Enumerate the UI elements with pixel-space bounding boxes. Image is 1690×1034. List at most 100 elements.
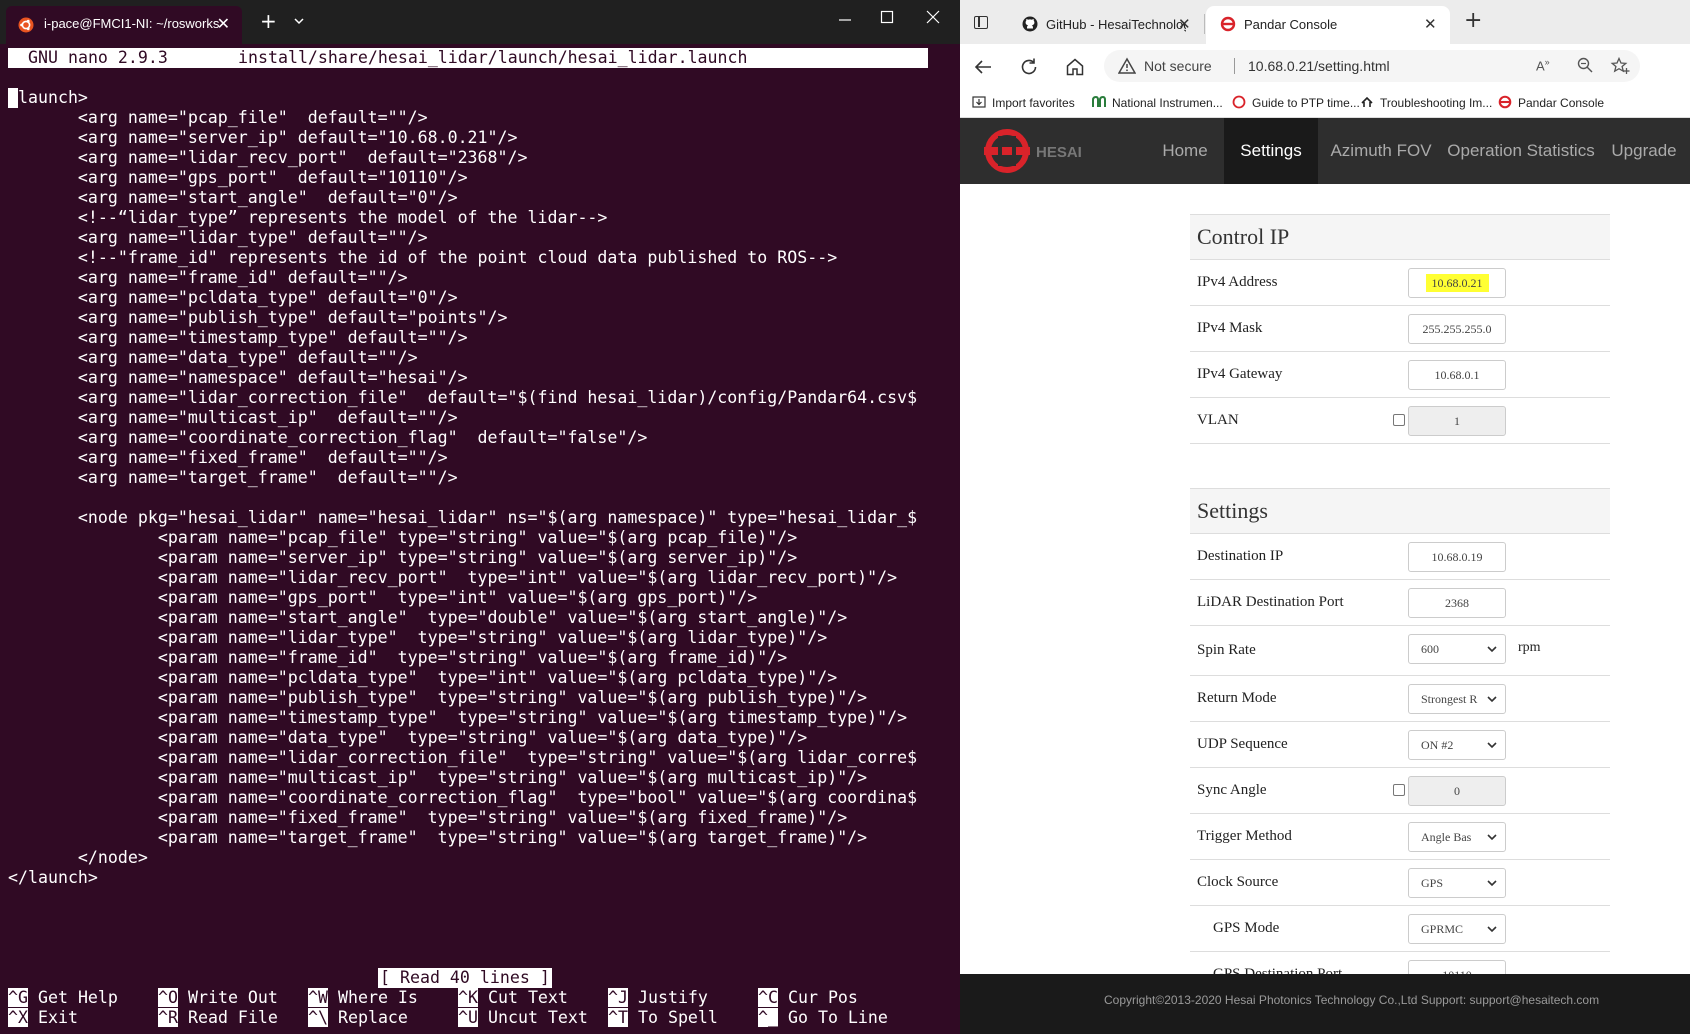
favorite-ptp-guide[interactable]: Guide to PTP time...: [1232, 95, 1360, 110]
favorite-import[interactable]: Import favorites: [972, 95, 1075, 110]
destination-ip-row: Destination IP 10.68.0.19: [1190, 534, 1610, 580]
tab-title: GitHub - HesaiTechnology/Hesai: [1046, 17, 1186, 32]
close-tab-icon[interactable]: ✕: [217, 14, 230, 33]
new-tab-button[interactable]: +: [1464, 8, 1482, 33]
chevron-down-icon: [1487, 926, 1497, 933]
code-line: <param name="start_angle" type="double" …: [8, 608, 848, 627]
code-line: <arg name="fixed_frame" default=""/>: [8, 448, 448, 467]
zoom-icon[interactable]: [1576, 56, 1594, 74]
nav-operation-statistics[interactable]: Operation Statistics: [1446, 118, 1596, 184]
code-line: <arg name="lidar_recv_port" default="236…: [8, 148, 528, 167]
minimize-icon[interactable]: [838, 6, 852, 34]
clock-source-select[interactable]: GPS: [1408, 868, 1506, 898]
select-value: Strongest R: [1421, 692, 1478, 706]
gps-mode-select[interactable]: GPRMC: [1408, 914, 1506, 944]
browser-tab-github[interactable]: GitHub - HesaiTechnology/Hesai ✕: [1008, 6, 1204, 44]
lidar-dest-port-input[interactable]: 2368: [1408, 588, 1506, 618]
nano-shortcut: ^\ Replace: [308, 1008, 408, 1028]
close-window-icon[interactable]: [926, 10, 940, 24]
workspaces-icon[interactable]: [974, 16, 988, 29]
return-mode-row: Return Mode Strongest R: [1190, 676, 1610, 722]
favorite-pandar-console[interactable]: Pandar Console: [1498, 95, 1604, 110]
chevron-down-icon: [1487, 834, 1497, 841]
import-icon: [972, 96, 986, 108]
read-aloud-icon[interactable]: A»: [1536, 57, 1550, 73]
shortcut-label: Justify: [637, 988, 708, 1007]
warning-icon[interactable]: [1118, 57, 1136, 75]
home-icon[interactable]: [1064, 56, 1086, 78]
back-arrow-icon[interactable]: [972, 56, 994, 78]
select-value: Angle Bas: [1421, 830, 1472, 844]
code-line: <param name="publish_type" type="string"…: [8, 688, 868, 707]
field-label: Spin Rate: [1197, 642, 1256, 658]
shortcut-key: ^W: [308, 988, 328, 1007]
nav-home[interactable]: Home: [1154, 118, 1216, 184]
destination-ip-input[interactable]: 10.68.0.19: [1408, 542, 1506, 572]
favorite-label: National Instrumen...: [1112, 96, 1223, 110]
close-tab-icon[interactable]: ✕: [1178, 15, 1191, 33]
nano-shortcut: ^K Cut Text: [458, 988, 568, 1008]
code-line: <param name="fixed_frame" type="string" …: [8, 808, 848, 827]
shortcut-label: Uncut Text: [487, 1008, 588, 1027]
trigger-method-select[interactable]: Angle Bas: [1408, 822, 1506, 852]
nav-upgrade[interactable]: Upgrade: [1604, 118, 1684, 184]
ni-icon: [1092, 95, 1106, 107]
gps-dest-port-input[interactable]: 10110: [1408, 960, 1506, 974]
favorite-national-instruments[interactable]: National Instrumen...: [1092, 95, 1223, 110]
chevron-down-icon[interactable]: [292, 14, 306, 28]
nav-azimuth-fov[interactable]: Azimuth FOV: [1326, 118, 1436, 184]
nano-shortcut: ^U Uncut Text: [458, 1008, 588, 1028]
new-tab-button[interactable]: +: [260, 9, 277, 33]
code-line: <param name="multicast_ip" type="string"…: [8, 768, 868, 787]
hesai-logo[interactable]: HESAI: [982, 128, 1112, 174]
ipv4-gateway-input[interactable]: 10.68.0.1: [1408, 360, 1506, 390]
shortcut-key: ^_: [758, 1008, 778, 1027]
nano-text-area[interactable]: <launch> <arg name="pcap_file" default="…: [8, 88, 960, 888]
code-line: <arg name="lidar_correction_file" defaul…: [8, 388, 918, 407]
code-line: <arg name="pcap_file" default=""/>: [8, 108, 428, 127]
add-favorite-icon[interactable]: [1610, 56, 1630, 76]
udp-sequence-select[interactable]: ON #2: [1408, 730, 1506, 760]
spin-rate-select[interactable]: 600: [1408, 634, 1506, 664]
ipv4-address-input[interactable]: 10.68.0.21: [1408, 268, 1506, 298]
nav-settings[interactable]: Settings: [1224, 118, 1318, 184]
code-line: <!--“lidar_type” represents the model of…: [8, 208, 608, 227]
reload-icon[interactable]: [1018, 56, 1040, 78]
browser-tab-pandar-console[interactable]: Pandar Console ✕: [1206, 6, 1450, 44]
nano-shortcut: ^X Exit: [8, 1008, 78, 1028]
tab-separator: [1204, 14, 1205, 34]
code-line: <param name="timestamp_type" type="strin…: [8, 708, 908, 727]
code-line: <node pkg="hesai_lidar" name="hesai_lida…: [8, 508, 918, 527]
hesai-navbar: HESAI Home Settings Azimuth FOV Operatio…: [960, 118, 1690, 184]
shortcut-label: Go To Line: [787, 1008, 888, 1027]
shortcut-label: Cur Pos: [787, 988, 858, 1007]
close-tab-icon[interactable]: ✕: [1424, 15, 1437, 33]
code-line: <param name="target_frame" type="string"…: [8, 828, 868, 847]
vlan-input[interactable]: 1: [1408, 406, 1506, 436]
sync-angle-checkbox[interactable]: [1393, 784, 1405, 796]
shortcut-label: Read File: [187, 1008, 278, 1027]
chevron-down-icon: [1487, 742, 1497, 749]
nano-editor[interactable]: GNU nano 2.9.3 install/share/hesai_lidar…: [0, 44, 960, 1034]
troubleshoot-icon: [1361, 96, 1373, 107]
code-line: <param name="server_ip" type="string" va…: [8, 548, 798, 567]
return-mode-select[interactable]: Strongest R: [1408, 684, 1506, 714]
favorite-troubleshooting[interactable]: Troubleshooting Im...: [1360, 95, 1492, 110]
select-value: GPRMC: [1421, 922, 1464, 936]
ipv4-mask-input[interactable]: 255.255.255.0: [1408, 314, 1506, 344]
code-line: <arg name="publish_type" default="points…: [8, 308, 508, 327]
vlan-checkbox[interactable]: [1393, 414, 1405, 426]
url-text[interactable]: 10.68.0.21/setting.html: [1248, 58, 1390, 74]
security-label[interactable]: Not secure: [1144, 58, 1212, 74]
code-line: <param name="lidar_recv_port" type="int"…: [8, 568, 898, 587]
terminal-tab[interactable]: i-pace@FMCI1-NI: ~/rosworks ✕: [6, 6, 242, 44]
shortcut-key: ^J: [608, 988, 628, 1007]
maximize-icon[interactable]: [880, 10, 894, 24]
shortcut-key: ^R: [158, 1008, 178, 1027]
code-line: <param name="coordinate_correction_flag"…: [8, 788, 918, 807]
select-value: 600: [1421, 642, 1439, 656]
sync-angle-input[interactable]: 0: [1408, 776, 1506, 806]
address-bar[interactable]: Not secure 10.68.0.21/setting.html A»: [1104, 50, 1640, 82]
code-line: <param name="gps_port" type="int" value=…: [8, 588, 758, 607]
trigger-method-row: Trigger Method Angle Bas: [1190, 814, 1610, 860]
